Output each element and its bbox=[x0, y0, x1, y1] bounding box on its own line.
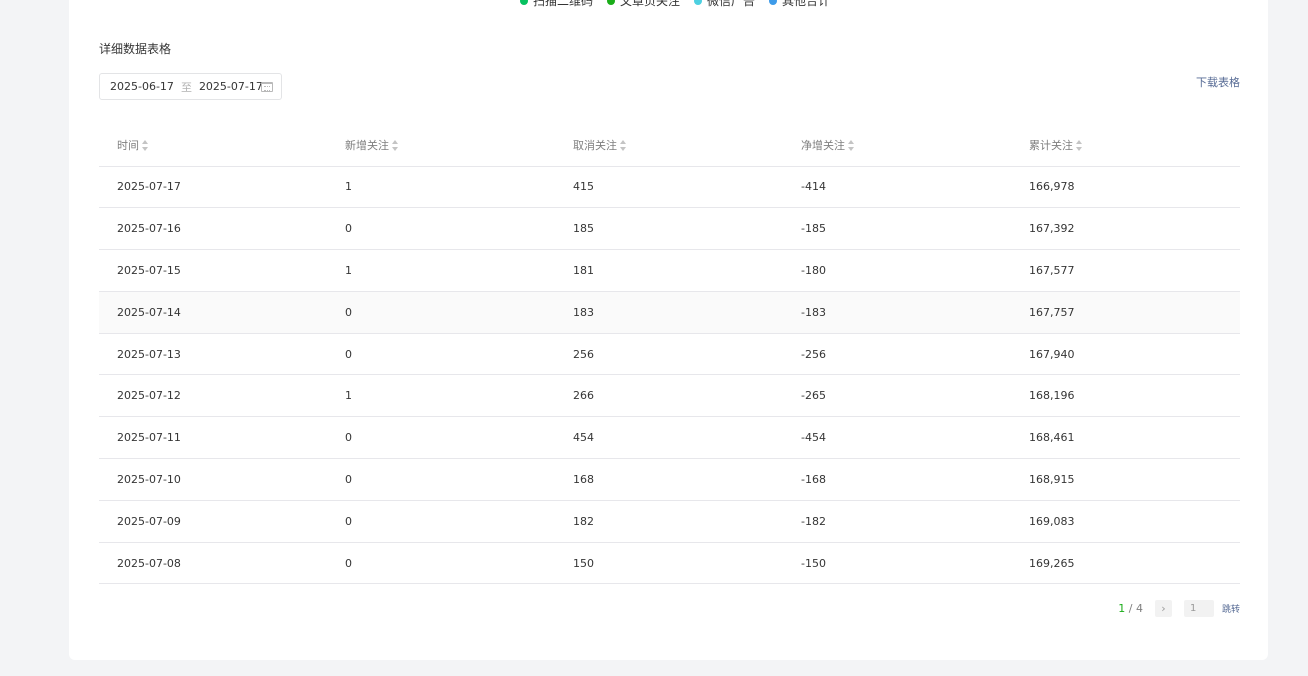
cell-net-follows: -256 bbox=[783, 333, 1011, 376]
legend-dot-icon bbox=[769, 0, 778, 5]
header-unfollows[interactable]: 取消关注 bbox=[555, 124, 783, 167]
calendar-icon bbox=[261, 82, 273, 92]
cell-new-follows: 1 bbox=[327, 166, 555, 209]
table-row: 2025-07-13 0 256 -256 167,940 bbox=[99, 333, 1240, 376]
date-separator: 至 bbox=[180, 80, 192, 94]
cell-new-follows: 1 bbox=[327, 374, 555, 418]
cell-date: 2025-07-08 bbox=[99, 542, 327, 585]
table-row: 2025-07-08 0 150 -150 169,265 bbox=[99, 542, 1240, 585]
cell-total-follows: 166,978 bbox=[1011, 166, 1240, 209]
cell-unfollows: 454 bbox=[555, 416, 783, 460]
table-row: 2025-07-15 1 181 -180 167,577 bbox=[99, 249, 1240, 292]
cell-date: 2025-07-17 bbox=[99, 166, 327, 209]
cell-total-follows: 168,915 bbox=[1011, 458, 1240, 501]
cell-new-follows: 0 bbox=[327, 500, 555, 543]
legend-label: 微信广告 bbox=[707, 0, 756, 8]
cell-total-follows: 168,461 bbox=[1011, 416, 1240, 460]
cell-new-follows: 0 bbox=[327, 333, 555, 376]
cell-new-follows: 0 bbox=[327, 416, 555, 460]
date-range-picker[interactable]: 2025-06-17 至 2025-07-17 bbox=[99, 73, 282, 100]
download-table-link[interactable]: 下载表格 bbox=[1196, 74, 1240, 90]
cell-date: 2025-07-14 bbox=[99, 291, 327, 334]
legend-label: 文章页关注 bbox=[620, 0, 681, 8]
table-row: 2025-07-16 0 185 -185 167,392 bbox=[99, 207, 1240, 251]
legend-item[interactable]: 其他合计 bbox=[769, 0, 830, 9]
header-total-follows[interactable]: 累计关注 bbox=[1011, 124, 1240, 167]
legend-label: 扫描二维码 bbox=[533, 0, 594, 8]
cell-date: 2025-07-15 bbox=[99, 249, 327, 292]
legend-item[interactable]: 微信广告 bbox=[694, 0, 755, 9]
cell-new-follows: 1 bbox=[327, 249, 555, 292]
data-table: 时间 新增关注 取消关注 净增关注 累计关注 2025-07-17 1 415 -41… bbox=[99, 124, 1240, 585]
page-number-input[interactable] bbox=[1183, 600, 1214, 617]
cell-unfollows: 181 bbox=[555, 249, 783, 292]
cell-net-follows: -150 bbox=[783, 542, 1011, 585]
date-end: 2025-07-17 bbox=[198, 80, 263, 93]
cell-date: 2025-07-12 bbox=[99, 374, 327, 418]
cell-total-follows: 169,083 bbox=[1011, 500, 1240, 543]
cell-net-follows: -183 bbox=[783, 291, 1011, 334]
cell-total-follows: 167,577 bbox=[1011, 249, 1240, 292]
legend-dot-icon bbox=[607, 0, 616, 5]
sort-icon[interactable] bbox=[392, 140, 399, 152]
cell-new-follows: 0 bbox=[327, 207, 555, 251]
table-row: 2025-07-14 0 183 -183 167,757 bbox=[99, 291, 1240, 334]
table-row: 2025-07-11 0 454 -454 168,461 bbox=[99, 416, 1240, 460]
table-row: 2025-07-09 0 182 -182 169,083 bbox=[99, 500, 1240, 543]
pagination: 1 / 4 › 跳转 bbox=[1118, 600, 1240, 617]
legend-dot-icon bbox=[694, 0, 703, 5]
next-page-button[interactable]: › bbox=[1154, 600, 1172, 617]
date-start: 2025-06-17 bbox=[110, 80, 174, 93]
jump-button[interactable]: 跳转 bbox=[1222, 602, 1240, 615]
table-row: 2025-07-10 0 168 -168 168,915 bbox=[99, 458, 1240, 501]
cell-date: 2025-07-16 bbox=[99, 207, 327, 251]
header-date[interactable]: 时间 bbox=[99, 124, 327, 167]
cell-total-follows: 167,392 bbox=[1011, 207, 1240, 251]
chart-legend: 扫描二维码 文章页关注 微信广告 其他合计 bbox=[520, 0, 830, 9]
page-indicator: 1 / 4 bbox=[1118, 602, 1143, 615]
cell-new-follows: 0 bbox=[327, 542, 555, 585]
table-row: 2025-07-17 1 415 -414 166,978 bbox=[99, 166, 1240, 209]
cell-unfollows: 182 bbox=[555, 500, 783, 543]
cell-unfollows: 183 bbox=[555, 291, 783, 334]
section-title: 详细数据表格 bbox=[99, 42, 172, 56]
cell-unfollows: 150 bbox=[555, 542, 783, 585]
cell-new-follows: 0 bbox=[327, 291, 555, 334]
cell-total-follows: 167,940 bbox=[1011, 333, 1240, 376]
cell-net-follows: -182 bbox=[783, 500, 1011, 543]
table-header-row: 时间 新增关注 取消关注 净增关注 累计关注 bbox=[99, 124, 1240, 167]
sort-icon[interactable] bbox=[848, 140, 855, 152]
header-new-follows[interactable]: 新增关注 bbox=[327, 124, 555, 167]
cell-net-follows: -185 bbox=[783, 207, 1011, 251]
sort-icon[interactable] bbox=[620, 140, 627, 152]
table-row: 2025-07-12 1 266 -265 168,196 bbox=[99, 374, 1240, 418]
cell-net-follows: -454 bbox=[783, 416, 1011, 460]
cell-unfollows: 266 bbox=[555, 374, 783, 418]
cell-net-follows: -168 bbox=[783, 458, 1011, 501]
cell-date: 2025-07-11 bbox=[99, 416, 327, 460]
cell-total-follows: 167,757 bbox=[1011, 291, 1240, 334]
sort-icon[interactable] bbox=[142, 140, 149, 152]
cell-unfollows: 168 bbox=[555, 458, 783, 501]
cell-date: 2025-07-10 bbox=[99, 458, 327, 501]
cell-total-follows: 168,196 bbox=[1011, 374, 1240, 418]
cell-net-follows: -180 bbox=[783, 249, 1011, 292]
cell-new-follows: 0 bbox=[327, 458, 555, 501]
cell-net-follows: -414 bbox=[783, 166, 1011, 209]
legend-item[interactable]: 扫描二维码 bbox=[520, 0, 593, 9]
cell-unfollows: 415 bbox=[555, 166, 783, 209]
cell-date: 2025-07-13 bbox=[99, 333, 327, 376]
header-net-follows[interactable]: 净增关注 bbox=[783, 124, 1011, 167]
sort-icon[interactable] bbox=[1076, 140, 1083, 152]
cell-net-follows: -265 bbox=[783, 374, 1011, 418]
legend-item[interactable]: 文章页关注 bbox=[607, 0, 680, 9]
cell-unfollows: 256 bbox=[555, 333, 783, 376]
legend-label: 其他合计 bbox=[782, 0, 831, 8]
cell-unfollows: 185 bbox=[555, 207, 783, 251]
legend-dot-icon bbox=[520, 0, 528, 5]
cell-date: 2025-07-09 bbox=[99, 500, 327, 543]
cell-total-follows: 169,265 bbox=[1011, 542, 1240, 585]
